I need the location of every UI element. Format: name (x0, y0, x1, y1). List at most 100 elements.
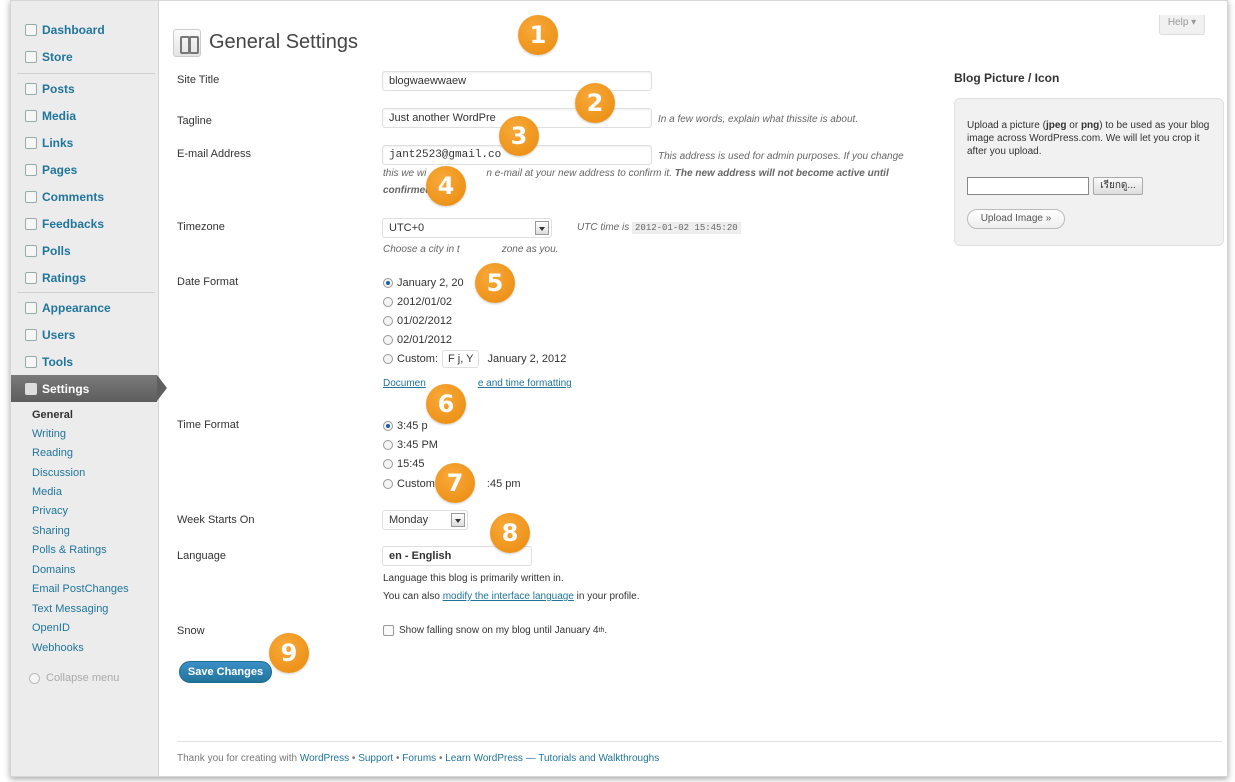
time-format-option[interactable]: 3:45 p (383, 420, 428, 432)
blog-picture-panel: Upload a picture (jpeg or png) to be use… (954, 98, 1224, 246)
submenu-text-messaging[interactable]: Text Messaging (32, 603, 108, 615)
date-format-option[interactable]: 2012/01/02 (383, 296, 452, 308)
date-format-option[interactable]: 02/01/2012 (383, 334, 452, 346)
sidebar-item-comments[interactable]: Comments (11, 183, 159, 210)
chevron-down-icon (451, 513, 465, 527)
submenu-openid[interactable]: OpenID (32, 622, 70, 634)
date-format-option[interactable]: 01/02/2012 (383, 315, 452, 327)
date-format-custom-input[interactable]: F j, Y (441, 350, 480, 368)
menu-separator (17, 73, 155, 74)
sidebar-item-store[interactable]: Store (11, 43, 159, 70)
site-title-input[interactable] (382, 71, 652, 91)
sidebar-item-settings[interactable]: Settings (11, 375, 167, 402)
footer-wordpress-link[interactable]: WordPress (300, 753, 349, 764)
language-profile-note: You can also modify the interface langua… (383, 591, 640, 602)
sidebar-item-posts[interactable]: Posts (11, 75, 159, 102)
footer-forums-link[interactable]: Forums (402, 753, 436, 764)
sidebar-item-users[interactable]: Users (11, 321, 159, 348)
callout-badge-4: 4 (426, 166, 466, 206)
radio-icon (383, 297, 393, 307)
sidebar-item-polls[interactable]: Polls (11, 237, 159, 264)
appearance-icon (25, 301, 37, 314)
footer: Thank you for creating with WordPress • … (177, 753, 660, 764)
date-doc-link[interactable]: Documen e and time formatting (383, 378, 572, 389)
callout-badge-6: 6 (426, 384, 466, 424)
submenu-privacy[interactable]: Privacy (32, 505, 68, 517)
callout-badge-9: 9 (269, 633, 309, 673)
sidebar-item-dashboard[interactable]: Dashboard (11, 16, 159, 43)
date-format-option[interactable]: January 2, 20 (383, 277, 464, 289)
menu-separator (17, 292, 155, 293)
language-label: Language (177, 550, 226, 562)
admin-sidebar: Dashboard Store Posts Media Links Pages … (11, 1, 167, 776)
blog-picture-description: Upload a picture (jpeg or png) to be use… (967, 120, 1210, 157)
sidebar-item-feedbacks[interactable]: Feedbacks (11, 210, 159, 237)
callout-badge-2: 2 (575, 83, 615, 123)
submenu-general[interactable]: General (32, 409, 73, 421)
submenu-webhooks[interactable]: Webhooks (32, 642, 84, 654)
submenu-sharing[interactable]: Sharing (32, 525, 70, 537)
sidebar-item-tools[interactable]: Tools (11, 348, 159, 375)
sidebar-item-ratings[interactable]: Ratings (11, 264, 159, 291)
file-path-input[interactable] (967, 177, 1089, 195)
submenu-media[interactable]: Media (32, 486, 62, 498)
links-icon (25, 136, 37, 149)
callout-badge-8: 8 (490, 513, 530, 553)
comments-icon (25, 190, 37, 203)
footer-learn-link[interactable]: Learn WordPress — Tutorials and Walkthro… (445, 753, 659, 764)
time-format-label: Time Format (177, 419, 239, 431)
submenu-domains[interactable]: Domains (32, 564, 75, 576)
utc-time-display: UTC time is 2012-01-02 15:45:20 (577, 222, 741, 234)
settings-page-icon (173, 29, 201, 57)
email-description-line3: confirmed (383, 185, 432, 196)
save-changes-button[interactable]: Save Changes (179, 661, 272, 683)
radio-selected-icon (383, 421, 393, 431)
polls-icon (25, 244, 37, 257)
callout-badge-5: 5 (475, 263, 515, 303)
sidebar-item-media[interactable]: Media (11, 102, 159, 129)
browser-window: Dashboard Store Posts Media Links Pages … (10, 0, 1228, 777)
snow-checkbox[interactable] (383, 625, 394, 636)
callout-badge-3: 3 (499, 116, 539, 156)
collapse-menu-button[interactable]: Collapse menu (29, 672, 119, 684)
pages-icon (25, 163, 37, 176)
submenu-writing[interactable]: Writing (32, 428, 66, 440)
submenu-polls-ratings[interactable]: Polls & Ratings (32, 544, 107, 556)
snow-label: Snow (177, 625, 205, 637)
site-title-label: Site Title (177, 74, 220, 86)
store-icon (25, 50, 37, 63)
dashboard-icon (25, 23, 37, 36)
time-format-option[interactable]: 15:45 (383, 458, 425, 470)
radio-icon (383, 354, 393, 364)
callout-badge-7: 7 (435, 463, 475, 503)
time-format-option[interactable]: 3:45 PM (383, 439, 438, 451)
sidebar-item-pages[interactable]: Pages (11, 156, 159, 183)
email-description: This address is used for admin purposes.… (658, 151, 904, 162)
blog-picture-title: Blog Picture / Icon (954, 71, 1060, 85)
upload-image-button[interactable]: Upload Image » (967, 209, 1065, 229)
users-icon (25, 328, 37, 341)
tools-icon (25, 355, 37, 368)
week-starts-select[interactable]: Monday (382, 510, 468, 530)
submenu-email-postchanges[interactable]: Email PostChanges (32, 583, 129, 595)
radio-icon (383, 479, 393, 489)
callout-badge-1: 1 (518, 15, 558, 55)
radio-selected-icon (383, 278, 393, 288)
tagline-description: In a few words, explain what thissite is… (658, 114, 859, 125)
sidebar-item-links[interactable]: Links (11, 129, 159, 156)
media-icon (25, 109, 37, 122)
snow-option[interactable]: Show falling snow on my blog until Janua… (383, 625, 607, 636)
date-format-custom-option[interactable]: Custom: F j, Y January 2, 2012 (383, 350, 566, 368)
submenu-discussion[interactable]: Discussion (32, 467, 85, 479)
week-starts-label: Week Starts On (177, 514, 255, 526)
page-title: General Settings (209, 31, 358, 53)
sidebar-item-appearance[interactable]: Appearance (11, 294, 159, 321)
help-tab[interactable]: Help ▾ (1159, 15, 1205, 35)
radio-icon (383, 335, 393, 345)
modify-interface-language-link[interactable]: modify the interface language (443, 591, 574, 602)
timezone-select[interactable]: UTC+0 (382, 218, 552, 238)
submenu-reading[interactable]: Reading (32, 447, 73, 459)
posts-icon (25, 82, 37, 95)
browse-button[interactable]: เรียกดู... (1093, 177, 1143, 195)
footer-support-link[interactable]: Support (358, 753, 393, 764)
